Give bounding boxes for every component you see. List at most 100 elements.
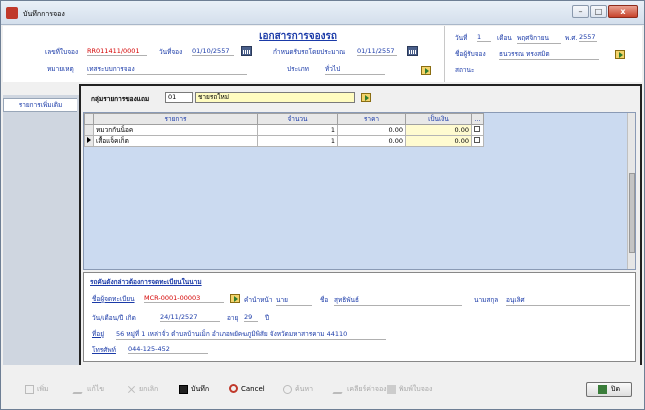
table-row[interactable]: หมวกกันน็อค 1 0.00 0.00	[84, 124, 484, 136]
booking-date-label: วันที่จอง	[159, 48, 183, 56]
date-label: วันที่	[455, 34, 468, 42]
print-icon	[387, 385, 396, 394]
due-date-label: กำหนดรับรถโดยประมาณ	[273, 48, 346, 56]
go-arrow-icon[interactable]	[421, 66, 431, 75]
type-field[interactable]: ทั่วไป	[325, 64, 385, 75]
column-header[interactable]: เป็นเงิน	[405, 113, 472, 125]
lastname-field[interactable]: อนุเลิศ	[506, 295, 630, 306]
group-label: กลุ่มรายการของแถม	[91, 95, 150, 103]
delete-button[interactable]: ยกเลิก	[127, 384, 158, 395]
qty-cell[interactable]: 1	[257, 135, 338, 147]
item-cell[interactable]: เสื้อแจ็คเก็ต	[93, 135, 258, 147]
items-table: รายการ จำนวน ราคา เป็นเงิน ... หมวกกันน็…	[84, 113, 484, 147]
row-checkbox[interactable]	[474, 126, 480, 132]
registration-title: รถคันดังกล่าวต้องการจดทะเบียนในนาม	[90, 278, 202, 286]
row-indicator	[84, 135, 94, 147]
column-header[interactable]: ...	[471, 113, 484, 125]
day-field[interactable]: 1	[477, 33, 491, 42]
age-unit-label: ปี	[265, 314, 270, 322]
phone-field[interactable]: 044-125-452	[128, 345, 208, 354]
column-header[interactable]: จำนวน	[257, 113, 338, 125]
table-header-row: รายการ จำนวน ราคา เป็นเงิน ...	[84, 113, 484, 125]
cancel-button[interactable]: Cancel	[229, 384, 265, 393]
due-date-field[interactable]: 01/11/2557	[357, 47, 397, 56]
save-button[interactable]: บันทึก	[179, 384, 209, 395]
customer-code-field[interactable]: MCR-0001-00003	[144, 294, 224, 303]
firstname-label: ชื่อ	[320, 296, 329, 304]
grid-scrollbar[interactable]	[627, 113, 635, 269]
go-arrow-icon[interactable]	[361, 93, 371, 102]
row-checkbox[interactable]	[474, 137, 480, 143]
clear-booking-button[interactable]: เคลียร์ค่าจอง	[332, 384, 387, 395]
booking-date-field[interactable]: 01/10/2557	[192, 47, 234, 56]
go-arrow-icon[interactable]	[615, 50, 625, 59]
row-checkbox-cell[interactable]	[471, 135, 484, 147]
remark-field[interactable]: เทสระบบการจอง	[87, 64, 247, 75]
edit-icon	[72, 385, 87, 394]
calendar-icon[interactable]	[407, 46, 418, 56]
search-button[interactable]: ค้นหา	[283, 384, 313, 395]
age-field[interactable]: 29	[244, 313, 258, 322]
lastname-label: นามสกุล	[474, 296, 499, 304]
delete-icon	[127, 385, 136, 394]
maximize-button[interactable]: □	[590, 5, 607, 18]
cancel-icon	[229, 384, 238, 393]
booking-no-label: เลขที่ใบจอง	[45, 48, 79, 56]
close-button[interactable]: ปิด	[586, 382, 632, 397]
items-grid: รายการ จำนวน ราคา เป็นเงิน ... หมวกกันน็…	[83, 112, 636, 270]
minimize-button[interactable]: –	[572, 5, 589, 18]
registration-section: รถคันดังกล่าวต้องการจดทะเบียนในนาม ชื่อผ…	[83, 272, 636, 362]
scrollbar-thumb[interactable]	[629, 173, 635, 253]
title-bar: บันทึกการจอง – □ x	[1, 1, 644, 25]
firstname-field[interactable]: สุทธิพันธ์	[334, 295, 462, 306]
close-window-button[interactable]: x	[608, 5, 638, 18]
side-tab-panel	[3, 95, 79, 365]
search-icon	[283, 385, 292, 394]
tab-additional-items[interactable]: รายการเพิ่มเติม	[3, 98, 77, 112]
price-cell[interactable]: 0.00	[337, 124, 406, 136]
column-header[interactable]: รายการ	[93, 113, 258, 125]
qty-cell[interactable]: 1	[257, 124, 338, 136]
booking-no-field[interactable]: RR011411/0001	[87, 47, 147, 56]
row-indicator	[84, 124, 94, 136]
address-field[interactable]: 56 หมู่ที่ 1 เหล่าจั่ว ตำบลบ้านเม็ก อำเภ…	[116, 329, 386, 340]
calendar-icon[interactable]	[241, 46, 252, 56]
row-checkbox-cell[interactable]	[471, 124, 484, 136]
prefix-label: คำนำหน้า	[244, 296, 273, 304]
customer-code-label: ชื่อผู้จดทะเบียน	[92, 295, 135, 303]
window-controls: – □ x	[572, 5, 638, 18]
birthdate-field[interactable]: 24/11/2527	[160, 313, 220, 322]
app-icon	[6, 7, 18, 19]
amount-cell[interactable]: 0.00	[405, 124, 472, 136]
remark-label: หมายเหตุ	[47, 65, 74, 73]
tab-content: กลุ่มรายการของแถม 01 ชายรถใหม่ รายการ จำ…	[79, 84, 642, 365]
table-row[interactable]: เสื้อแจ็คเก็ต 1 0.00 0.00	[84, 135, 484, 147]
item-cell[interactable]: หมวกกันน็อค	[93, 124, 258, 136]
exit-icon	[598, 385, 607, 394]
address-label: ที่อยู่	[92, 330, 104, 338]
column-header[interactable]: ราคา	[337, 113, 406, 125]
save-icon	[179, 385, 188, 394]
amount-cell[interactable]: 0.00	[405, 135, 472, 147]
edit-button[interactable]: แก้ไข	[72, 384, 104, 395]
current-row-pointer-icon	[87, 137, 91, 143]
receiver-field[interactable]: ธนวรรณ ทรงสมิต	[499, 49, 599, 60]
group-code-input[interactable]: 01	[165, 92, 193, 103]
clear-icon	[332, 385, 347, 394]
phone-label: โทรศัพท์	[92, 346, 116, 354]
prefix-field[interactable]: นาย	[276, 295, 312, 306]
row-indicator-header	[84, 113, 94, 125]
add-button[interactable]: เพิ่ม	[25, 384, 49, 395]
year-label: พ.ศ.	[565, 34, 578, 42]
main-window: บันทึกการจอง – □ x เอกสารการจองรถ เลขที่…	[0, 0, 645, 410]
group-name-input[interactable]: ชายรถใหม่	[195, 92, 355, 103]
window-title: บันทึกการจอง	[23, 10, 65, 18]
month-label: เดือน	[497, 34, 512, 42]
year-field[interactable]: 2557	[579, 33, 597, 42]
booking-header: เอกสารการจองรถ เลขที่ใบจอง RR011411/0001…	[3, 26, 642, 82]
print-booking-button[interactable]: พิมพ์ใบจอง	[387, 384, 432, 395]
month-field[interactable]: พฤศจิกายน	[517, 33, 561, 44]
go-arrow-icon[interactable]	[230, 294, 240, 303]
age-label: อายุ	[227, 314, 239, 322]
price-cell[interactable]: 0.00	[337, 135, 406, 147]
